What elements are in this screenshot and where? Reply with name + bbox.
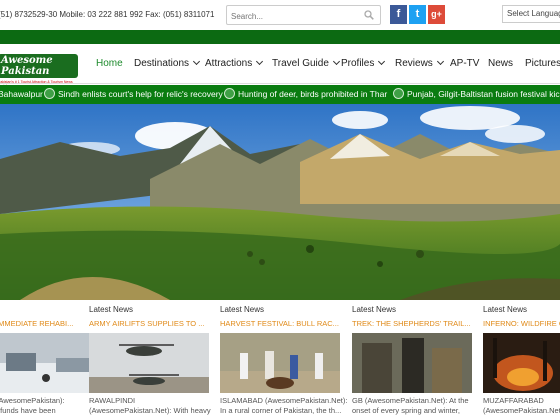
twitter-icon[interactable]: t xyxy=(409,5,426,24)
nav-profiles[interactable]: Profiles xyxy=(341,57,386,69)
nav-destinations-label: Destinations xyxy=(134,58,190,69)
nav-home-label: Home xyxy=(96,58,123,69)
ticker-bullet-icon xyxy=(224,88,235,100)
search-icon[interactable] xyxy=(364,10,374,20)
nav-ap-tv-label: AP-TV xyxy=(450,58,480,69)
card-dateline: ISLAMABAD (AwesomePakistan.Net): xyxy=(220,396,348,405)
search-box[interactable] xyxy=(226,5,381,26)
card-label: Latest News xyxy=(483,305,528,314)
chevron-down-icon xyxy=(192,57,201,66)
card-thumbnail[interactable] xyxy=(89,333,209,393)
card-label: Latest News xyxy=(352,305,397,314)
ticker-item[interactable]: Punjab, Gilgit-Baltistan fusion festival… xyxy=(393,88,560,100)
card-snippet: (AwesomePakistan.Net): With heavy xyxy=(89,406,211,415)
contact-info: (51) 8732529-30 Mobile: 03 222 881 992 F… xyxy=(0,10,215,19)
language-select[interactable]: Select Language xyxy=(502,5,560,23)
ticker-item-text: Punjab, Gilgit-Baltistan fusion festival… xyxy=(407,89,560,99)
main-navigation: Awesome Pakistan Pakistan's # 1 Tourist … xyxy=(0,44,560,88)
ticker-item[interactable]: Hunting of deer, birds prohibited in Tha… xyxy=(224,88,388,100)
news-card[interactable]: Latest News TREK: THE SHEPHERDS' TRAIL..… xyxy=(352,305,477,415)
chevron-down-icon xyxy=(332,57,340,66)
search-input[interactable] xyxy=(227,7,357,26)
nav-home[interactable]: Home xyxy=(96,58,123,69)
card-thumbnail[interactable] xyxy=(483,333,560,393)
news-card[interactable]: Latest News ARMY AIRLIFTS SUPPLIES TO ..… xyxy=(89,305,214,415)
card-snippet: (AwesomePakistan.Net): xyxy=(483,406,560,415)
latest-news-cards: IMMEDIATE REHABI... (AwesomePakistan): f… xyxy=(0,300,560,420)
news-card[interactable]: Latest News INFERNO: WILDFIRE GU... MUZA… xyxy=(483,305,560,415)
ticker-bullet-icon xyxy=(393,88,404,100)
nav-travel-guide[interactable]: Travel Guide xyxy=(272,57,340,69)
nav-destinations[interactable]: Destinations xyxy=(134,57,201,69)
nav-attractions[interactable]: Attractions xyxy=(205,57,264,69)
nav-travel-guide-label: Travel Guide xyxy=(272,58,329,69)
nav-profiles-label: Profiles xyxy=(341,58,375,69)
nav-attractions-label: Attractions xyxy=(205,58,253,69)
nav-news[interactable]: News xyxy=(488,58,513,69)
card-headline[interactable]: INFERNO: WILDFIRE GU... xyxy=(483,319,560,329)
chevron-down-icon xyxy=(436,57,444,66)
nav-reviews-label: Reviews xyxy=(395,58,433,69)
green-divider-bar xyxy=(0,30,560,44)
site-logo[interactable]: Awesome Pakistan Pakistan's # 1 Tourist … xyxy=(0,54,78,88)
news-card[interactable]: Latest News HARVEST FESTIVAL: BULL RAC..… xyxy=(220,305,348,415)
card-snippet: onset of every spring and winter, xyxy=(352,406,460,415)
facebook-icon[interactable]: f xyxy=(390,5,407,24)
card-thumbnail[interactable] xyxy=(220,333,340,393)
top-bar: (51) 8732529-30 Mobile: 03 222 881 992 F… xyxy=(0,0,560,30)
news-ticker: Bahawalpur Sindh enlists court's help fo… xyxy=(0,85,560,104)
chevron-down-icon xyxy=(378,57,386,66)
ticker-item[interactable]: Sindh enlists court's help for relic's r… xyxy=(44,88,223,100)
card-dateline: RAWALPINDI xyxy=(89,396,136,405)
card-dateline: GB (AwesomePakistan.Net): At the xyxy=(352,396,469,405)
logo-brand: Awesome Pakistan xyxy=(0,54,78,78)
nav-reviews[interactable]: Reviews xyxy=(395,57,444,69)
hero-landscape-image xyxy=(0,104,560,300)
chevron-down-icon xyxy=(256,57,264,66)
card-snippet: In a rural corner of Pakistan, the th... xyxy=(220,406,342,415)
nav-news-label: News xyxy=(488,58,514,69)
card-dateline: MUZAFFARABAD xyxy=(483,396,544,405)
nav-ap-tv[interactable]: AP-TV xyxy=(450,58,479,69)
card-label: Latest News xyxy=(220,305,265,314)
ticker-item-text: Bahawalpur xyxy=(0,89,43,99)
nav-pictures[interactable]: Pictures xyxy=(525,58,560,69)
card-label: Latest News xyxy=(89,305,134,314)
card-headline[interactable]: ARMY AIRLIFTS SUPPLIES TO ... xyxy=(89,319,214,329)
card-headline[interactable]: HARVEST FESTIVAL: BULL RAC... xyxy=(220,319,345,329)
card-headline[interactable]: TREK: THE SHEPHERDS' TRAIL... xyxy=(352,319,477,329)
ticker-item-text: Sindh enlists court's help for relic's r… xyxy=(58,89,223,99)
ticker-item-text: Hunting of deer, birds prohibited in Tha… xyxy=(238,89,388,99)
ticker-bullet-icon xyxy=(44,88,55,100)
ticker-item[interactable]: Bahawalpur xyxy=(0,89,43,99)
nav-pictures-label: Pictures xyxy=(525,58,560,69)
card-thumbnail[interactable] xyxy=(352,333,472,393)
google-plus-icon[interactable]: g+ xyxy=(428,5,445,24)
